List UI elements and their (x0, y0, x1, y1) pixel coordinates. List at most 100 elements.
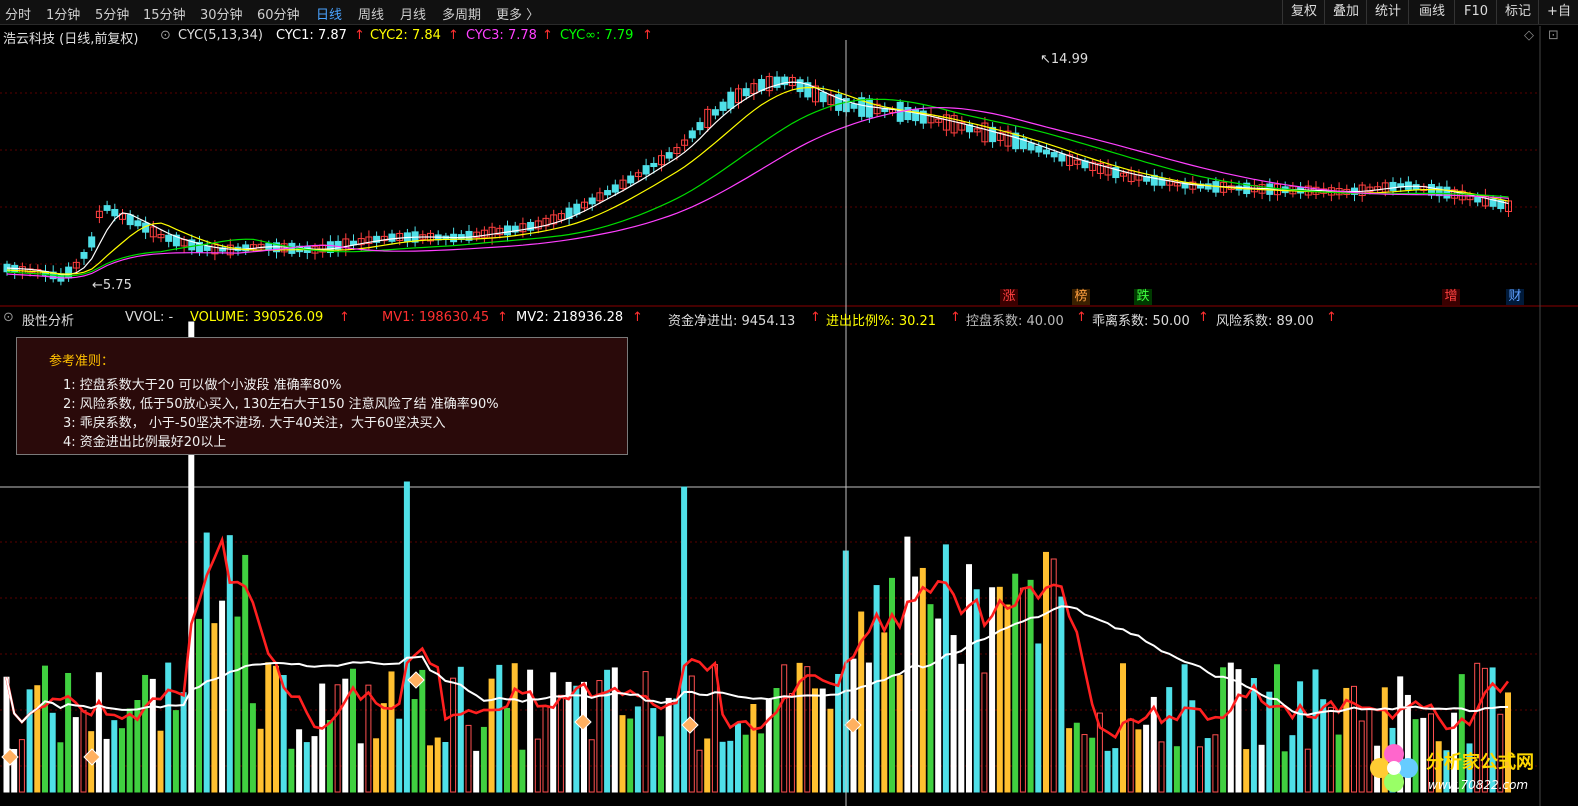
candle-body (665, 152, 673, 159)
flow-ratio-up-arrow-icon: ↑ (950, 310, 961, 325)
moving-average-lines (6, 81, 1509, 279)
ma-line (6, 86, 1509, 275)
cycinf-up-arrow-icon: ↑ (642, 28, 653, 43)
volume-bar (473, 750, 480, 793)
volume-bar (1235, 669, 1242, 793)
volume-bar (95, 672, 102, 793)
watermark: 分析家公式网 www.70822.com (1366, 738, 1566, 798)
volume-bar (1243, 749, 1250, 793)
volume-bar (1320, 699, 1327, 793)
candle-body (134, 220, 142, 227)
candle-body (88, 236, 96, 248)
indicator-settings-icon[interactable]: ⊙ (160, 28, 171, 43)
collapse-icon[interactable]: ⊙ (3, 310, 14, 325)
volume-bar (288, 748, 295, 793)
volume-bar (704, 738, 711, 793)
volume-bar (465, 724, 472, 793)
volume-bar (912, 576, 919, 793)
volume-bar (1220, 667, 1227, 793)
volume-bar (550, 672, 557, 793)
volume-bar (1327, 706, 1334, 793)
panel-settings-icon[interactable]: ⊡ (1548, 28, 1559, 43)
volume-bar (280, 675, 287, 793)
volume-bar (111, 720, 118, 793)
volume-bar (1127, 718, 1134, 793)
candle-body (604, 190, 612, 196)
volume-bar (134, 700, 141, 793)
indicator-name[interactable]: CYC(5,13,34) (178, 28, 263, 43)
candle-body (203, 245, 211, 251)
event-mark-increase[interactable]: 增 (1442, 289, 1460, 305)
volume-bar (42, 665, 48, 793)
event-mark-finance[interactable]: 财 (1506, 289, 1524, 305)
volume-bar (326, 719, 333, 793)
volume-bar (827, 708, 834, 793)
volume-bar (496, 664, 503, 793)
event-mark-list[interactable]: 榜 (1072, 289, 1090, 305)
volume-bar (1143, 724, 1150, 793)
volume-bar (573, 685, 580, 793)
cycinf-value: CYC∞: 7.79 (560, 28, 634, 43)
volume-bar (1335, 734, 1342, 793)
volume-bar (581, 681, 587, 793)
volume-bar (958, 663, 965, 793)
volume-bar (126, 708, 133, 793)
control-coef-up-arrow-icon: ↑ (1076, 310, 1087, 325)
volume-bar (596, 680, 603, 793)
watermark-title: 分析家公式网 (1426, 752, 1534, 773)
candle-body (504, 225, 511, 236)
candle-body (627, 175, 635, 184)
volume-bar (1104, 750, 1111, 793)
cyc2-up-arrow-icon: ↑ (448, 28, 459, 43)
volume-bar (627, 718, 634, 793)
candle-body (758, 79, 766, 91)
event-mark-rise[interactable]: 涨 (1000, 289, 1018, 305)
volume-bar (742, 734, 749, 793)
volume-bar (180, 692, 187, 793)
diamond-icon[interactable]: ◇ (1524, 28, 1534, 43)
volume-bar (950, 635, 957, 793)
candle-body (819, 91, 827, 103)
event-mark-fall[interactable]: 跌 (1134, 289, 1152, 305)
volume-bar (373, 738, 380, 793)
cyc3-value: CYC3: 7.78 (466, 28, 537, 43)
volume-bar (658, 736, 664, 793)
volume-bar (735, 723, 741, 793)
volume-bar (419, 669, 426, 793)
candle-body (796, 79, 804, 93)
volume-bar (927, 604, 934, 793)
volume-bar (673, 698, 680, 793)
candle-body (1050, 152, 1058, 158)
volume-bar (442, 741, 449, 793)
mv1-up-arrow-icon: ↑ (497, 310, 508, 325)
volume-bar (311, 736, 318, 793)
volume-bar (165, 662, 172, 793)
volume-bar (1073, 722, 1080, 793)
volume-bar (1081, 734, 1088, 793)
volume-bar (996, 586, 1003, 793)
volume-bar (149, 678, 156, 793)
candle-body (103, 205, 111, 211)
control-coef-value: 控盘系数: 40.00 (966, 314, 1064, 329)
volume-bar (357, 743, 364, 793)
candle-body (850, 103, 858, 109)
volume-bar (172, 710, 179, 793)
net-flow-value: 资金净进出: 9454.13 (668, 314, 796, 329)
volume-bar (1058, 596, 1065, 793)
volume-bar (396, 718, 403, 793)
candle-body (388, 233, 396, 242)
volume-bar (542, 705, 549, 793)
volume-bar (1204, 738, 1211, 793)
reference-title: 参考准则： (49, 354, 115, 369)
volume-bar (1197, 746, 1203, 793)
mv2-value: MV2: 218936.28 (516, 310, 624, 325)
volume-bar (219, 600, 226, 793)
low-price-label: ←5.75 (92, 278, 132, 293)
volume-bar (1304, 748, 1311, 793)
candle-body (688, 130, 696, 139)
sub-indicator-name[interactable]: 股性分析 (22, 310, 74, 329)
stock-title[interactable]: 浩云科技 (日线,前复权) (3, 28, 138, 47)
candle-body (727, 91, 735, 109)
volume-bar (388, 671, 395, 793)
volume-bar (1274, 664, 1280, 793)
